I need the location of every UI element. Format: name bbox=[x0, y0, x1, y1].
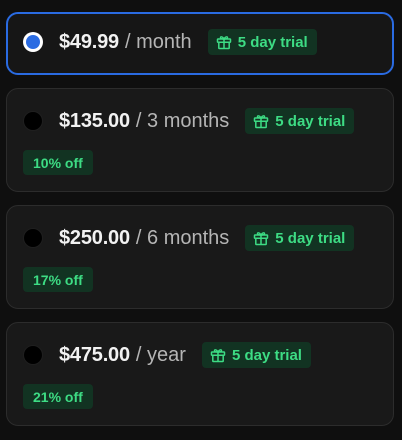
trial-badge-label: 5 day trial bbox=[275, 112, 346, 130]
plan-option-6-months[interactable]: $250.00 / 6 months 5 day trial 17% off bbox=[6, 205, 394, 309]
plan-row: $475.00 / year 5 day trial bbox=[23, 340, 311, 370]
radio-button[interactable] bbox=[23, 111, 43, 131]
plan-option-yearly[interactable]: $475.00 / year 5 day trial 21% off bbox=[6, 322, 394, 426]
trial-badge-label: 5 day trial bbox=[237, 33, 308, 51]
subscription-plan-list: $49.99 / month 5 day trial $135.00 / 3 m… bbox=[0, 0, 402, 440]
trial-badge: 5 day trial bbox=[245, 108, 355, 134]
plan-period: / year bbox=[135, 343, 186, 366]
gift-icon bbox=[254, 232, 269, 246]
plan-period: / month bbox=[124, 30, 192, 53]
trial-badge: 5 day trial bbox=[207, 29, 317, 55]
discount-badge: 21% off bbox=[23, 384, 93, 409]
radio-button[interactable] bbox=[23, 345, 43, 365]
gift-icon bbox=[254, 115, 269, 129]
trial-badge: 5 day trial bbox=[245, 225, 355, 251]
plan-price: $250.00 bbox=[59, 226, 130, 249]
plan-option-monthly[interactable]: $49.99 / month 5 day trial bbox=[6, 12, 394, 75]
radio-button-selected[interactable] bbox=[23, 32, 43, 52]
plan-price: $475.00 bbox=[59, 343, 130, 366]
gift-icon bbox=[210, 349, 226, 363]
discount-badge: 10% off bbox=[23, 150, 93, 175]
plan-period: / 6 months bbox=[135, 226, 230, 249]
gift-icon bbox=[216, 36, 231, 50]
plan-price: $135.00 bbox=[59, 109, 130, 132]
plan-period: / 3 months bbox=[135, 109, 230, 132]
trial-badge-label: 5 day trial bbox=[275, 229, 346, 247]
discount-badge: 17% off bbox=[23, 267, 93, 292]
plan-row: $250.00 / 6 months 5 day trial bbox=[23, 223, 355, 253]
plan-row: $135.00 / 3 months 5 day trial bbox=[23, 106, 355, 136]
radio-button[interactable] bbox=[23, 228, 43, 248]
plan-option-3-months[interactable]: $135.00 / 3 months 5 day trial 10% off bbox=[6, 88, 394, 192]
plan-row: $49.99 / month 5 day trial bbox=[23, 27, 317, 57]
plan-price: $49.99 bbox=[59, 30, 119, 53]
trial-badge: 5 day trial bbox=[201, 342, 311, 368]
trial-badge-label: 5 day trial bbox=[231, 346, 302, 364]
